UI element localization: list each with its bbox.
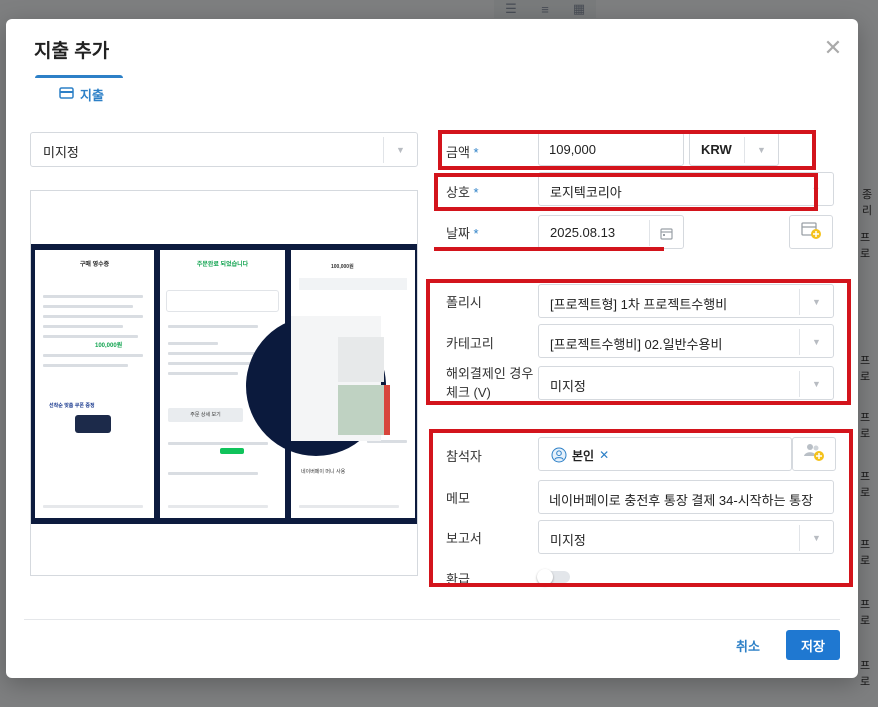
receipt-screenshot-1: 구매 영수증 100,000원 선착순 맞춤 쿠폰 증정 bbox=[35, 250, 154, 518]
dialog-title: 지출 추가 bbox=[34, 41, 110, 62]
date-value: 2025.08.13 bbox=[550, 225, 616, 240]
annotation-underline-date bbox=[434, 247, 664, 251]
close-icon[interactable]: ✕ bbox=[822, 37, 844, 59]
receipt-category-value: 미지정 bbox=[43, 145, 79, 160]
receipt-preview[interactable]: 구매 영수증 100,000원 선착순 맞춤 쿠폰 증정 주문완료 되었습니다 bbox=[30, 190, 418, 576]
add-date-button[interactable] bbox=[789, 215, 833, 249]
order-detail-button: 주문 상세 보기 bbox=[168, 408, 243, 422]
annotation-box-details bbox=[429, 429, 853, 587]
annotation-box-policy bbox=[426, 279, 851, 405]
redaction-tile bbox=[338, 337, 384, 382]
footer-divider bbox=[24, 619, 840, 620]
order-complete-heading: 주문완료 되었습니다 bbox=[196, 262, 249, 268]
payment-method-label: 네이버페이 머니 사용 bbox=[301, 469, 346, 475]
payment-amount-top: 100,000원 bbox=[331, 264, 354, 270]
receipt-amount: 100,000원 bbox=[95, 343, 123, 349]
tab-expense[interactable]: 지출 bbox=[35, 75, 123, 105]
cancel-button[interactable]: 취소 bbox=[727, 630, 769, 660]
redaction-tile bbox=[384, 385, 390, 435]
annotation-box-amount bbox=[438, 130, 816, 170]
redaction-tile bbox=[338, 385, 384, 435]
calendar-add-icon bbox=[800, 220, 822, 245]
receipt-heading: 구매 영수증 bbox=[79, 262, 110, 268]
receipt-category-select[interactable]: 미지정 ▼ bbox=[30, 132, 418, 167]
promo-text: 선착순 맞춤 쿠폰 증정 bbox=[49, 403, 95, 409]
card-icon bbox=[59, 87, 74, 102]
date-label: 날짜 * bbox=[446, 226, 479, 241]
chevron-down-icon[interactable]: ▼ bbox=[383, 137, 417, 163]
date-input[interactable]: 2025.08.13 bbox=[538, 215, 684, 249]
tab-expense-label: 지출 bbox=[80, 88, 104, 103]
save-button[interactable]: 저장 bbox=[786, 630, 840, 660]
annotation-box-merchant bbox=[434, 173, 818, 211]
expense-dialog: 지출 추가 ✕ 지출 미지정 ▼ 구매 영수증 100,000원 선착순 맞춤 … bbox=[6, 19, 858, 678]
calendar-icon[interactable] bbox=[649, 220, 683, 246]
tab-active-indicator bbox=[35, 75, 123, 78]
